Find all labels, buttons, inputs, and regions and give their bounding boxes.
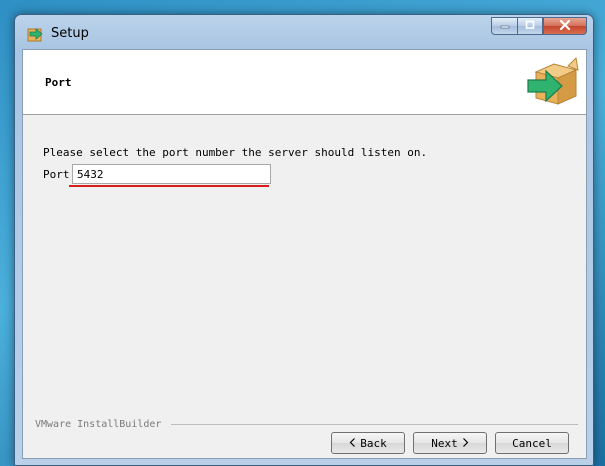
wizard-panel: Port Please select the port number the s… [22,49,587,459]
minimize-button[interactable] [491,17,517,35]
port-prompt-text: Please select the port number the server… [43,146,428,159]
annotation-underline [69,185,269,187]
chevron-left-icon [349,437,356,450]
close-icon [559,19,571,34]
chevron-right-icon [462,437,469,450]
wizard-header: Port [23,50,586,115]
page-title: Port [45,76,72,89]
port-input[interactable] [72,164,271,184]
back-button[interactable]: Back [331,432,405,454]
close-button[interactable] [543,17,587,35]
maximize-icon [525,19,535,33]
port-label: Port [43,168,70,181]
cancel-button[interactable]: Cancel [495,432,569,454]
back-button-label: Back [360,436,387,450]
window-title: Setup [51,26,89,41]
setup-package-icon [27,25,45,43]
caption-buttons [491,17,587,35]
maximize-button[interactable] [517,17,543,35]
cancel-button-label: Cancel [512,436,552,450]
installer-box-logo [524,54,580,110]
next-button-label: Next [431,436,458,450]
setup-window: Setup Port Please select the port number… [14,14,594,466]
title-bar[interactable]: Setup [15,15,593,49]
minimize-icon [500,19,510,33]
installer-brand: VMware InstallBuilder [35,419,168,430]
next-button[interactable]: Next [413,432,487,454]
footer-divider [171,424,578,425]
